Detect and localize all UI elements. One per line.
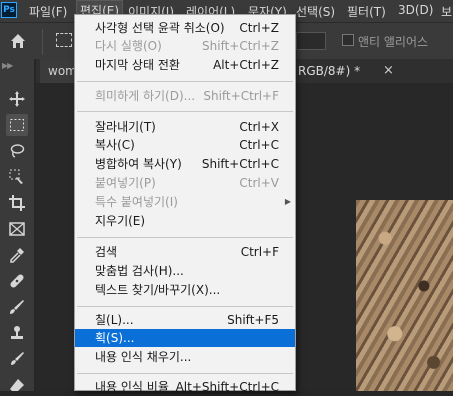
eyedropper-tool-icon[interactable] <box>6 244 28 266</box>
menu-3d[interactable]: 3D(D) <box>398 3 433 17</box>
antialias-label: 앤티 앨리어스 <box>358 35 429 49</box>
frame-tool-icon[interactable] <box>6 218 28 240</box>
menu-divider <box>77 81 293 82</box>
brush-tool-icon[interactable] <box>6 296 28 318</box>
lasso-tool-icon[interactable] <box>6 140 28 162</box>
menu-item-deselect-marquee[interactable]: 사각형 선택 윤곽 취소(O) Ctrl+Z <box>75 19 295 37</box>
eraser-tool-icon[interactable] <box>6 374 28 396</box>
menu-item-copy-merged[interactable]: 병합하여 복사(Y) Shift+Ctrl+C <box>75 155 295 173</box>
options-divider <box>42 29 43 55</box>
move-tool-icon[interactable] <box>6 88 28 110</box>
healing-brush-tool-icon[interactable] <box>6 270 28 292</box>
quick-selection-tool-icon[interactable] <box>6 166 28 188</box>
menu-item-cut[interactable]: 잘라내기(T) Ctrl+X <box>75 118 295 136</box>
menu-filter[interactable]: 필터(T) <box>347 3 386 20</box>
menu-item-toggle-last-state[interactable]: 마지막 상태 전환 Alt+Ctrl+Z <box>75 56 295 74</box>
menu-item-content-aware-scale[interactable]: 내용 인식 비율 Alt+Shift+Ctrl+C <box>75 378 295 396</box>
home-icon[interactable] <box>10 33 26 49</box>
menu-item-redo[interactable]: 다시 실행(O) Shift+Ctrl+Z <box>75 37 295 55</box>
feather-field[interactable] <box>296 32 326 50</box>
document-tab-info[interactable]: RGB/8#) * <box>298 59 360 83</box>
crop-tool-icon[interactable] <box>6 192 28 214</box>
menu-item-check-spelling[interactable]: 맞춤법 검사(H)... <box>75 262 295 280</box>
history-brush-tool-icon[interactable] <box>6 348 28 370</box>
menu-item-clear[interactable]: 지우기(E) <box>75 212 295 230</box>
edit-menu-dropdown: 사각형 선택 윤곽 취소(O) Ctrl+Z 다시 실행(O) Shift+Ctrl… <box>74 14 296 394</box>
menu-item-fade[interactable]: 희미하게 하기(D)... Shift+Ctrl+F <box>75 87 295 105</box>
menu-divider <box>77 306 293 307</box>
menu-item-paste-special[interactable]: 특수 붙여넣기(I) ▶ <box>75 193 295 211</box>
menu-item-search[interactable]: 검색 Ctrl+F <box>75 243 295 261</box>
menu-item-stroke[interactable]: 획(S)... <box>75 329 295 347</box>
menu-item-copy[interactable]: 복사(C) Ctrl+C <box>75 136 295 154</box>
photoshop-logo[interactable]: Ps <box>1 2 17 18</box>
menu-divider <box>77 373 293 374</box>
submenu-arrow-icon: ▶ <box>284 197 291 206</box>
close-tab-icon[interactable]: × <box>383 59 394 83</box>
marquee-tool-icon[interactable] <box>6 114 28 136</box>
menu-item-find-replace-text[interactable]: 텍스트 찾기/바꾸기(X)... <box>75 281 295 299</box>
menu-select[interactable]: 선택(S) <box>296 3 335 20</box>
menu-view[interactable]: 보 <box>441 3 452 20</box>
menu-divider <box>77 111 293 112</box>
menu-item-paste[interactable]: 붙여넣기(P) Ctrl+V <box>75 174 295 192</box>
menu-divider <box>77 237 293 238</box>
menu-file[interactable]: 파일(F) <box>29 3 67 20</box>
clone-stamp-tool-icon[interactable] <box>6 322 28 344</box>
menu-item-content-aware-fill[interactable]: 내용 인식 채우기... <box>75 348 295 366</box>
document-image[interactable] <box>356 200 453 391</box>
rectangular-marquee-icon[interactable] <box>56 33 72 47</box>
panel-collapse-icon[interactable]: ▶▶ <box>2 61 13 70</box>
menu-item-fill[interactable]: 칠(L)... Shift+F5 <box>75 311 295 329</box>
tools-panel: ▶▶ <box>0 58 34 391</box>
antialias-checkbox[interactable] <box>342 34 354 46</box>
